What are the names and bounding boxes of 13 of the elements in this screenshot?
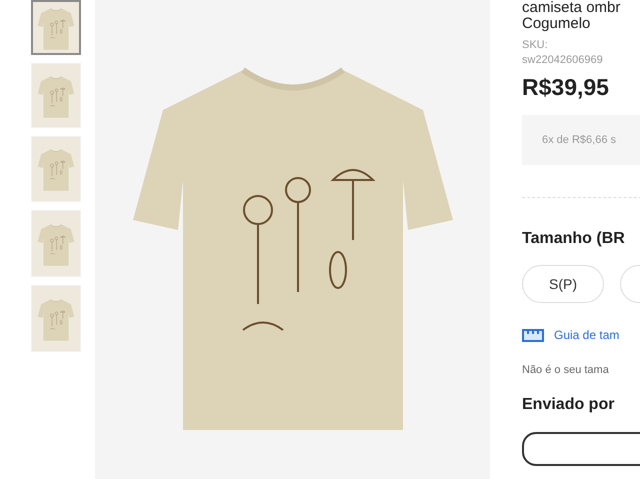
thumbnail[interactable] xyxy=(31,0,81,55)
product-title: Cogumelo xyxy=(522,15,592,32)
product-title: camiseta ombr xyxy=(522,0,622,15)
size-guide-link[interactable]: Guia de tam xyxy=(554,328,620,342)
sku-value: sw22042606969 xyxy=(522,53,604,68)
shipping-heading: Enviado por xyxy=(522,396,616,414)
sku-label: SKU: xyxy=(522,38,549,53)
price: R$39,95 xyxy=(522,74,610,101)
size-option[interactable]: S(P) xyxy=(522,265,604,303)
ruler-icon xyxy=(522,328,544,342)
installments-info: 6x de R$6,66 s xyxy=(522,115,640,165)
fit-note: Não é o seu tama xyxy=(522,364,610,376)
size-heading: Tamanho (BR xyxy=(522,230,626,248)
